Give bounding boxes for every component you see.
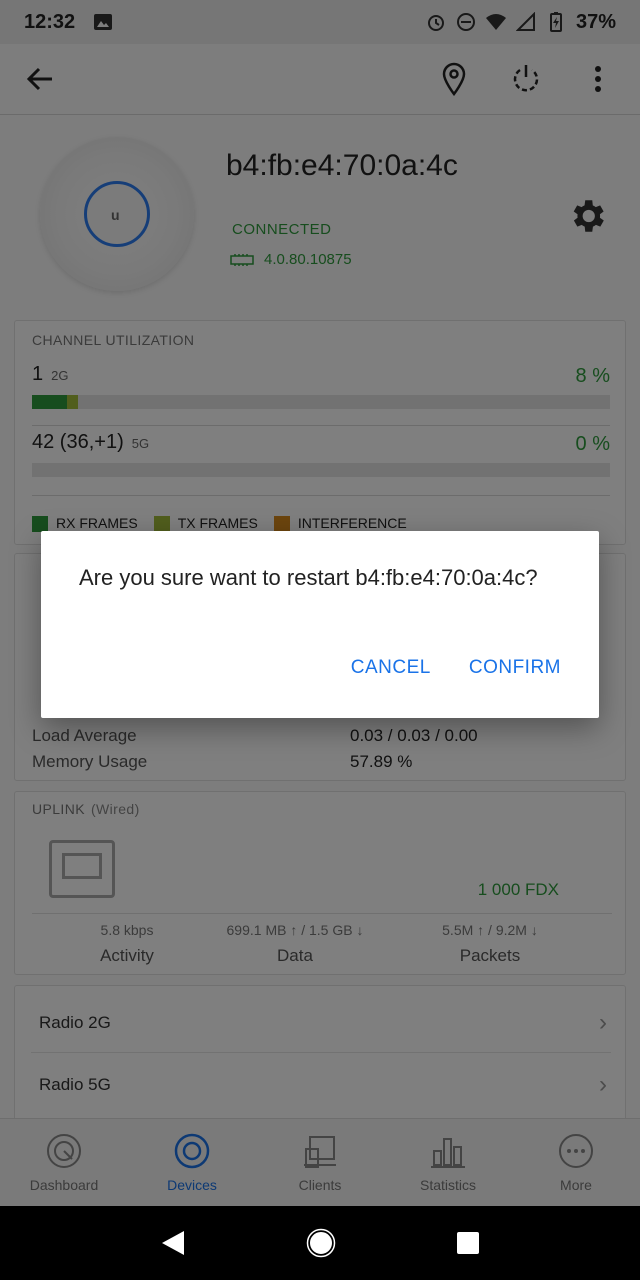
cancel-button[interactable]: CANCEL [351, 657, 431, 679]
system-home-icon[interactable] [306, 1228, 336, 1258]
system-back-icon[interactable] [160, 1229, 186, 1257]
restart-confirm-dialog: Are you sure want to restart b4:fb:e4:70… [41, 531, 599, 718]
confirm-button[interactable]: CONFIRM [469, 657, 561, 679]
dialog-message: Are you sure want to restart b4:fb:e4:70… [79, 565, 538, 590]
system-navigation-bar [0, 1206, 640, 1280]
system-recents-icon[interactable] [456, 1231, 480, 1255]
